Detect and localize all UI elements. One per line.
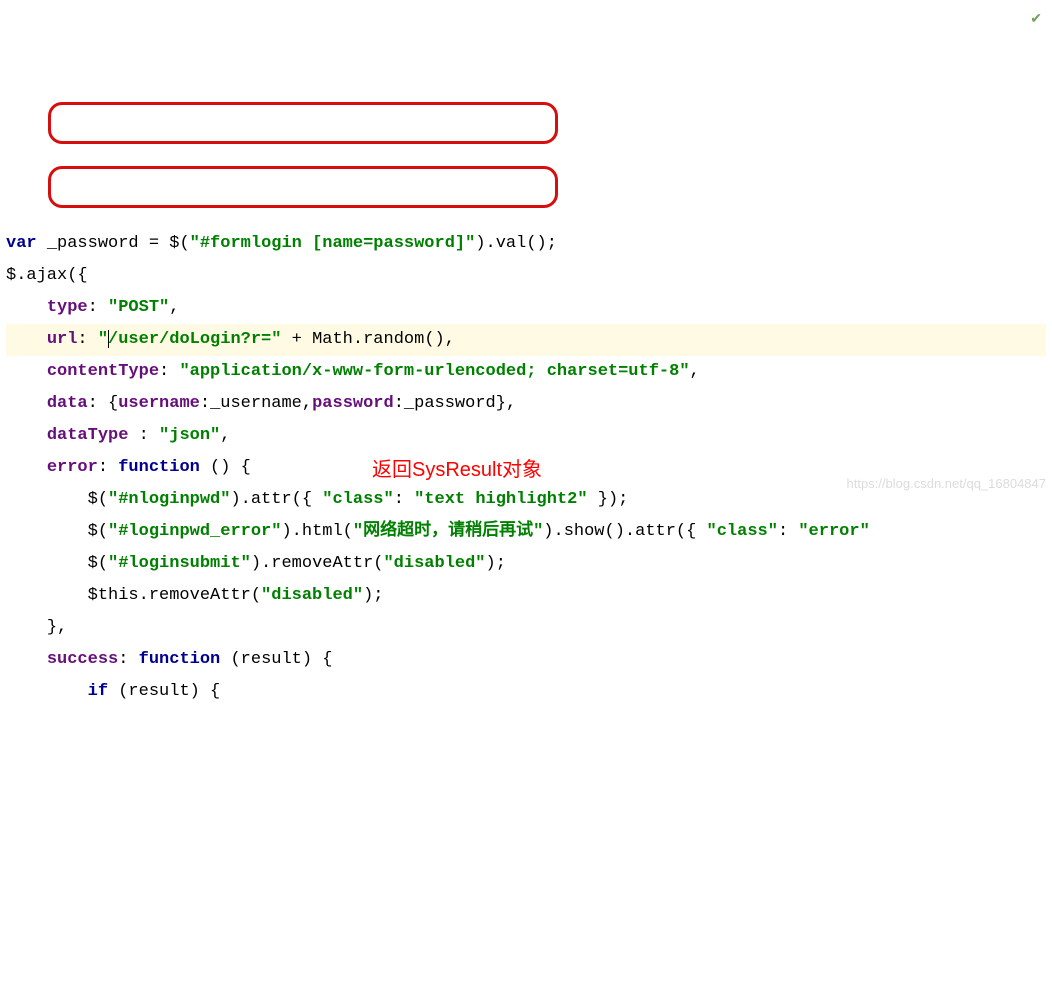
text: $.ajax({	[6, 266, 88, 285]
identifier: _password	[404, 394, 496, 413]
keyword-if: if	[88, 682, 108, 701]
watermark-text: https://blog.csdn.net/qq_16804847	[847, 468, 1047, 500]
check-icon: ✔	[1030, 4, 1042, 36]
string: "class"	[322, 490, 393, 509]
text: = $(	[139, 234, 190, 253]
prop-error: error	[47, 458, 98, 477]
identifier: _username	[210, 394, 302, 413]
fn-random: random	[363, 330, 424, 349]
string: "#loginpwd_error"	[108, 522, 281, 541]
string: "error"	[798, 522, 869, 541]
active-line: url: "/user/doLogin?r=" + Math.random(),	[6, 324, 1046, 356]
highlight-box-url	[48, 102, 558, 144]
identifier: _password	[47, 234, 139, 253]
prop-datatype: dataType	[47, 426, 129, 445]
field-password: password	[312, 394, 394, 413]
keyword-function: function	[118, 458, 200, 477]
field-username: username	[118, 394, 200, 413]
prop-success: success	[47, 650, 118, 669]
string: "application/x-www-form-urlencoded; char…	[179, 362, 689, 381]
code-block: var _password = $("#formlogin [name=pass…	[6, 196, 1046, 708]
string: "#formlogin [name=password]"	[190, 234, 476, 253]
string: "网络超时，请稍后再试"	[353, 522, 543, 541]
text: (),	[424, 330, 455, 349]
string: "#nloginpwd"	[108, 490, 230, 509]
text: ).val();	[475, 234, 557, 253]
keyword-function: function	[139, 650, 221, 669]
annotation-text: 返回SysResult对象	[372, 454, 542, 486]
string: "text highlight2"	[414, 490, 587, 509]
string: "#loginsubmit"	[108, 554, 251, 573]
string: "disabled"	[383, 554, 485, 573]
prop-type: type	[47, 298, 88, 317]
string: "	[98, 330, 108, 349]
prop-contenttype: contentType	[47, 362, 159, 381]
string: "class"	[707, 522, 778, 541]
keyword-var: var	[6, 234, 37, 253]
prop-url: url	[47, 330, 78, 349]
string: "POST"	[108, 298, 169, 317]
prop-data: data	[47, 394, 88, 413]
string: /user/doLogin?r="	[108, 330, 281, 349]
string: "json"	[159, 426, 220, 445]
text: + Math.	[281, 330, 363, 349]
text: },	[47, 618, 67, 637]
string: "disabled"	[261, 586, 363, 605]
